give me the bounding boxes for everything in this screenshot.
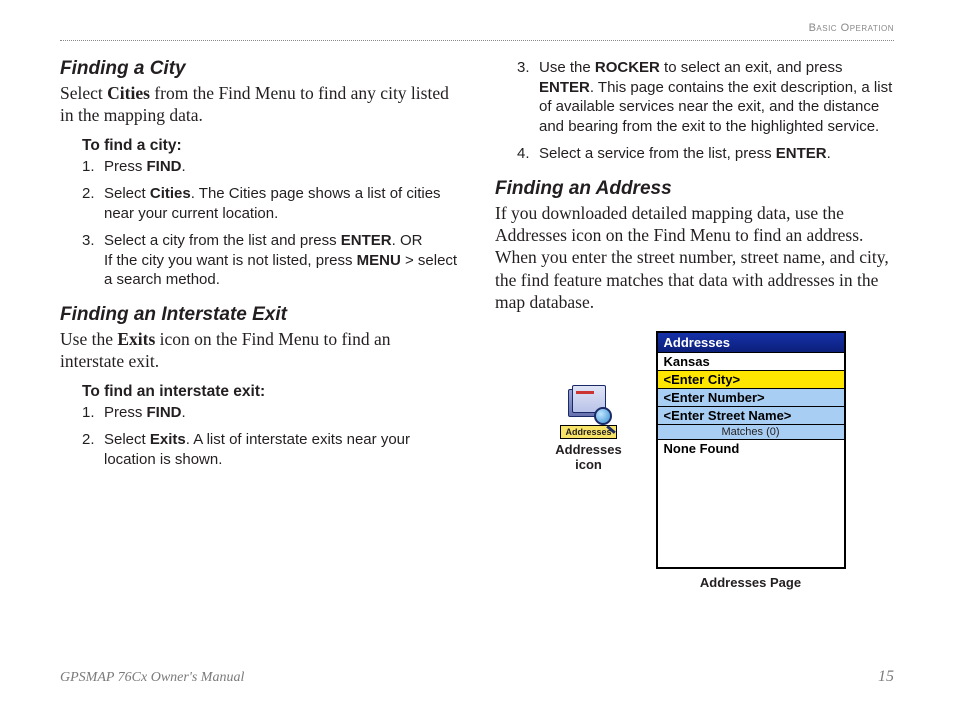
heading-finding-exit: Finding an Interstate Exit [60, 304, 459, 326]
header-rule [60, 40, 894, 41]
text: Select [104, 431, 150, 448]
steps-list: Press FIND. Select Exits. A list of inte… [82, 403, 459, 470]
step-3: Select a city from the list and press EN… [82, 231, 459, 290]
screen-row-city: <Enter City> [658, 371, 844, 389]
right-column: Use the ROCKER to select an exit, and pr… [495, 58, 894, 590]
bold-rocker: ROCKER [595, 59, 660, 76]
bold-find: FIND [147, 404, 182, 421]
bold-find: FIND [147, 158, 182, 175]
addresses-icon-caption: Addresses icon [555, 443, 621, 473]
step-2: Select Cities. The Cities page shows a l… [82, 184, 459, 223]
text: Select a city from the list and press [104, 232, 341, 249]
screen-row-street: <Enter Street Name> [658, 407, 844, 425]
text: icon [575, 457, 602, 472]
para-finding-address: If you downloaded detailed mapping data,… [495, 202, 894, 314]
text: . OR [392, 232, 423, 249]
bold-cities: Cities [107, 83, 150, 103]
text: If the city you want is not listed, pres… [104, 252, 357, 269]
text: . This page contains the exit descriptio… [539, 79, 892, 135]
addresses-icon-block: Addresses Addresses icon [544, 385, 634, 473]
text: Addresses [555, 442, 621, 457]
step-1: Press FIND. [82, 157, 459, 177]
instr-title: To find an interstate exit: [82, 383, 459, 401]
bold-exits: Exits [117, 329, 155, 349]
text: Use the [60, 329, 117, 349]
instr-title: To find a city: [82, 137, 459, 155]
screen-none-found: None Found [658, 440, 844, 457]
instr-find-city: To find a city: Press FIND. Select Citie… [60, 137, 459, 290]
content-columns: Finding a City Select Cities from the Fi… [60, 28, 894, 590]
screen-titlebar: Addresses [658, 333, 844, 353]
bold-menu: MENU [357, 252, 401, 269]
para-finding-exit: Use the Exits icon on the Find Menu to f… [60, 328, 459, 373]
instr-find-exit: To find an interstate exit: Press FIND. … [60, 383, 459, 470]
left-column: Finding a City Select Cities from the Fi… [60, 58, 459, 590]
step-1: Press FIND. [82, 403, 459, 423]
text: . [182, 404, 186, 421]
instr-exit-continued: Use the ROCKER to select an exit, and pr… [495, 58, 894, 164]
addresses-icon [568, 385, 610, 423]
screen-matches: Matches (0) [658, 425, 844, 440]
screen-row-state: Kansas [658, 353, 844, 371]
text: Press [104, 404, 147, 421]
section-header: Basic Operation [809, 22, 894, 34]
bold-cities: Cities [150, 185, 191, 202]
addresses-screen: Addresses Kansas <Enter City> <Enter Num… [656, 331, 846, 569]
text: . [827, 145, 831, 162]
text: Use the [539, 59, 595, 76]
text: Press [104, 158, 147, 175]
addresses-screen-block: Addresses Kansas <Enter City> <Enter Num… [656, 331, 846, 590]
text: Select a service from the list, press [539, 145, 776, 162]
text: Select [104, 185, 150, 202]
bold-enter: ENTER [341, 232, 392, 249]
steps-list: Press FIND. Select Cities. The Cities pa… [82, 157, 459, 290]
bold-exits: Exits [150, 431, 186, 448]
bold-enter: ENTER [539, 79, 590, 96]
bold-enter: ENTER [776, 145, 827, 162]
text: Select [60, 83, 107, 103]
addresses-screen-caption: Addresses Page [656, 575, 846, 590]
screen-row-number: <Enter Number> [658, 389, 844, 407]
text: to select an exit, and press [660, 59, 843, 76]
para-finding-city: Select Cities from the Find Menu to find… [60, 82, 459, 127]
screen-blank-area [658, 457, 844, 567]
text: . [182, 158, 186, 175]
footer-page-number: 15 [878, 668, 894, 686]
heading-finding-address: Finding an Address [495, 178, 894, 200]
step-4: Select a service from the list, press EN… [517, 144, 894, 164]
steps-list-continued: Use the ROCKER to select an exit, and pr… [517, 58, 894, 164]
footer-manual-title: GPSMAP 76Cx Owner's Manual [60, 670, 244, 686]
step-3: Use the ROCKER to select an exit, and pr… [517, 58, 894, 136]
figure-row: Addresses Addresses icon Addresses Kansa… [495, 331, 894, 590]
step-2: Select Exits. A list of interstate exits… [82, 430, 459, 469]
heading-finding-city: Finding a City [60, 58, 459, 80]
